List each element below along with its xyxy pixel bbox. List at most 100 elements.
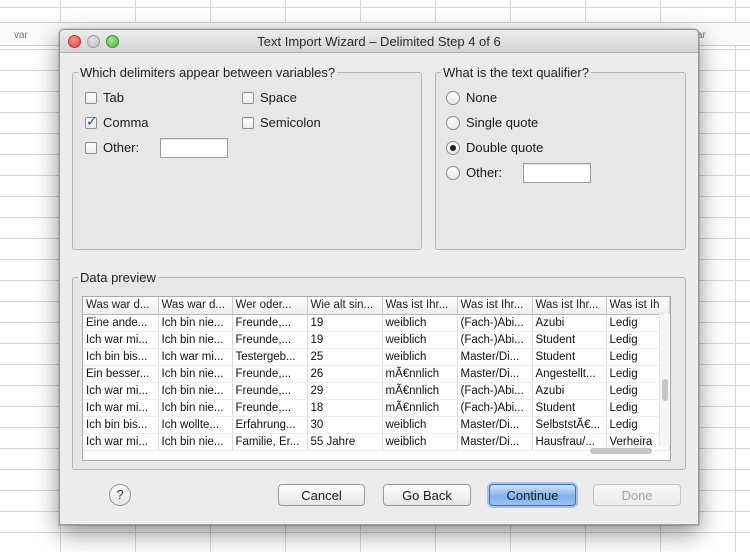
cancel-button[interactable]: Cancel: [278, 484, 365, 506]
radio-button[interactable]: [446, 90, 460, 105]
other-delimiter-checkbox[interactable]: Other:: [85, 140, 139, 155]
spreadsheet-column-header[interactable]: var: [14, 30, 28, 41]
table-cell: Master/Di...: [457, 433, 533, 451]
table-cell: Ich wollte...: [158, 416, 233, 434]
checkbox-box[interactable]: [85, 91, 97, 104]
table-cell: (Fach-)Abi...: [457, 331, 533, 349]
continue-button[interactable]: Continue: [489, 484, 576, 506]
comma-checkbox[interactable]: Comma: [85, 114, 149, 130]
table-cell: mÃ€nnlich: [382, 399, 458, 417]
table-cell: weiblich: [382, 314, 458, 332]
go-back-button[interactable]: Go Back: [383, 484, 471, 506]
table-cell: Ich bin nie...: [158, 433, 233, 451]
table-cell: Ich bin nie...: [158, 382, 233, 400]
table-cell: Familie, Er...: [232, 433, 308, 451]
data-preview-legend: Data preview: [80, 270, 156, 285]
table-cell: mÃ€nnlich: [382, 382, 458, 400]
preview-column-header: Was ist Ihr...: [382, 297, 458, 315]
table-cell: Freunde,...: [232, 365, 308, 383]
radio-button[interactable]: [446, 115, 460, 130]
table-cell: Testergeb...: [232, 348, 308, 366]
table-cell: Master/Di...: [457, 348, 533, 366]
tab-checkbox[interactable]: Tab: [85, 90, 124, 105]
vertical-scrollbar-thumb[interactable]: [662, 379, 668, 401]
table-row: Ein besser... Ich bin nie... Freunde,... 26…: [83, 365, 670, 383]
table-cell: Ich war mi...: [83, 331, 159, 349]
semicolon-label: Semicolon: [260, 115, 321, 130]
dialog-title: Text Import Wizard – Delimited Step 4 of…: [257, 34, 501, 49]
table-cell: Angestellt...: [532, 365, 607, 383]
table-cell: Ich war mi...: [83, 433, 159, 451]
table-cell: mÃ€nnlich: [382, 365, 458, 383]
other-delimiter-input[interactable]: [160, 138, 228, 158]
table-cell: Student: [532, 399, 607, 417]
dialog-titlebar[interactable]: Text Import Wizard – Delimited Step 4 of…: [60, 30, 698, 53]
horizontal-scrollbar-thumb[interactable]: [590, 448, 652, 454]
table-cell: Ein besser...: [83, 365, 159, 383]
table-row: Ich war mi... Ich bin nie... Freunde,... 19…: [83, 331, 670, 349]
table-cell: Student: [532, 348, 607, 366]
text-import-wizard-dialog: Text Import Wizard – Delimited Step 4 of…: [59, 29, 699, 525]
radio-selected-icon[interactable]: [446, 140, 460, 155]
table-cell: Freunde,...: [232, 314, 308, 332]
table-cell: 18: [307, 399, 383, 417]
table-cell: Master/Di...: [457, 416, 533, 434]
data-preview-table-container[interactable]: Was war d... Was war d... Wer oder... Wie a…: [82, 296, 671, 461]
preview-column-header: Was war d...: [83, 297, 159, 315]
qualifier-double-quote-radio[interactable]: Double quote: [446, 140, 543, 155]
table-cell: 55 Jahre: [307, 433, 383, 451]
table-cell: Ich war mi...: [83, 382, 159, 400]
table-cell: 29: [307, 382, 383, 400]
checkbox-box[interactable]: [85, 141, 97, 154]
delimiters-legend: Which delimiters appear between variable…: [80, 65, 336, 80]
qualifier-other-radio[interactable]: Other:: [446, 165, 502, 180]
table-cell: (Fach-)Abi...: [457, 382, 533, 400]
table-cell: (Fach-)Abi...: [457, 399, 533, 417]
table-cell: Ich bin nie...: [158, 365, 233, 383]
table-row: Eine ande... Ich bin nie... Freunde,... 19 w…: [83, 314, 670, 332]
table-cell: 19: [307, 331, 383, 349]
help-button[interactable]: ?: [109, 484, 131, 506]
table-cell: Freunde,...: [232, 331, 308, 349]
qualifier-other-label: Other:: [466, 165, 503, 180]
table-cell: Master/Di...: [457, 365, 533, 383]
space-checkbox[interactable]: Space: [242, 90, 297, 105]
comma-label: Comma: [103, 115, 149, 130]
table-cell: Ich bin nie...: [158, 399, 233, 417]
table-cell: SelbststÃ€...: [532, 416, 607, 434]
qualifier-double-quote-label: Double quote: [466, 140, 544, 155]
preview-column-header: Wie alt sin...: [307, 297, 383, 315]
table-row: Ich war mi... Ich bin nie... Freunde,... 29…: [83, 382, 670, 400]
table-cell: weiblich: [382, 416, 458, 434]
qualifier-other-input[interactable]: [523, 163, 591, 183]
table-cell: Ich war mi...: [158, 348, 233, 366]
table-cell: 19: [307, 314, 383, 332]
preview-column-header: Was ist Ihr...: [532, 297, 607, 315]
table-cell: weiblich: [382, 433, 458, 451]
qualifier-none-radio[interactable]: None: [446, 90, 497, 105]
text-qualifier-legend: What is the text qualifier?: [443, 65, 589, 80]
semicolon-checkbox[interactable]: Semicolon: [242, 115, 321, 130]
table-row: Ich bin bis... Ich wollte... Erfahrung... 3…: [83, 416, 670, 434]
checkbox-box[interactable]: [242, 91, 254, 104]
other-delimiter-label: Other:: [103, 140, 140, 155]
table-cell: Azubi: [532, 382, 607, 400]
table-row: Ich bin bis... Ich war mi... Testergeb... 2…: [83, 348, 670, 366]
checkmark-icon[interactable]: [85, 114, 98, 130]
table-cell: Ich bin nie...: [158, 331, 233, 349]
preview-column-header: Was ist Ihr...: [457, 297, 533, 315]
tab-label: Tab: [103, 90, 124, 105]
space-label: Space: [260, 90, 297, 105]
data-preview-table: Was war d... Was war d... Wer oder... Wie a…: [83, 297, 670, 451]
table-row: Ich war mi... Ich bin nie... Freunde,... 18…: [83, 399, 670, 417]
table-cell: weiblich: [382, 331, 458, 349]
radio-button[interactable]: [446, 165, 460, 180]
table-row: Ich war mi... Ich bin nie... Familie, Er..…: [83, 433, 670, 451]
checkbox-box[interactable]: [242, 116, 254, 129]
qualifier-single-quote-label: Single quote: [466, 115, 539, 130]
table-cell: 25: [307, 348, 383, 366]
preview-body: Eine ande... Ich bin nie... Freunde,... 19 w…: [83, 314, 670, 451]
table-cell: Freunde,...: [232, 399, 308, 417]
preview-column-header: Was war d...: [158, 297, 233, 315]
qualifier-single-quote-radio[interactable]: Single quote: [446, 115, 538, 130]
